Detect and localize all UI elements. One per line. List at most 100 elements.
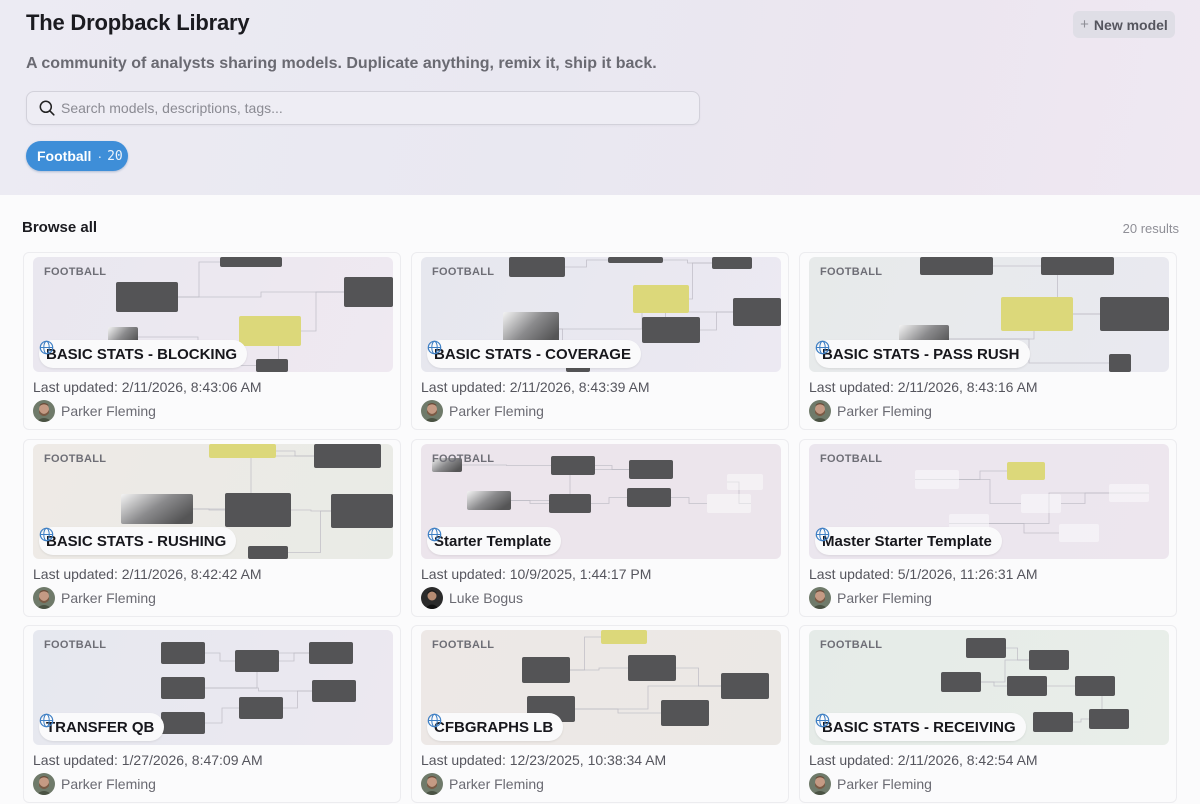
search-box[interactable] — [26, 91, 700, 125]
card-title: TRANSFER QB — [46, 718, 155, 736]
avatar — [809, 773, 831, 795]
new-model-button[interactable]: + New model — [1073, 11, 1175, 38]
author-name: Parker Fleming — [837, 403, 932, 419]
card-title-pill[interactable]: BASIC STATS - COVERAGE — [427, 340, 641, 368]
card-author[interactable]: Parker Fleming — [33, 773, 156, 795]
author-name: Parker Fleming — [61, 403, 156, 419]
page-subtitle: A community of analysts sharing models. … — [26, 55, 657, 72]
new-model-label: New model — [1093, 16, 1168, 33]
card-title-pill[interactable]: Starter Template — [427, 527, 562, 555]
card-author[interactable]: Parker Fleming — [33, 400, 156, 422]
section-heading: Browse all — [22, 219, 98, 236]
card-title-pill[interactable]: Master Starter Template — [815, 527, 1002, 555]
avatar — [421, 400, 443, 422]
model-card[interactable]: FOOTBALL BASIC STATS - BLOCKING Last upd… — [23, 252, 401, 430]
avatar — [33, 400, 55, 422]
card-author[interactable]: Parker Fleming — [809, 587, 932, 609]
avatar — [421, 773, 443, 795]
model-card[interactable]: FOOTBALL Master Starter Template Last up… — [799, 439, 1177, 617]
card-title: BASIC STATS - BLOCKING — [46, 345, 238, 363]
model-card[interactable]: FOOTBALL BASIC STATS - COVERAGE Last upd… — [411, 252, 789, 430]
globe-icon — [39, 713, 54, 728]
author-name: Luke Bogus — [449, 590, 523, 606]
chip-separator: · — [97, 148, 103, 164]
card-title: BASIC STATS - PASS RUSH — [822, 345, 1020, 363]
globe-icon — [815, 713, 830, 728]
model-thumbnail[interactable]: FOOTBALL Master Starter Template — [809, 444, 1169, 559]
globe-icon — [39, 340, 54, 355]
plus-icon: + — [1080, 16, 1089, 33]
author-name: Parker Fleming — [449, 403, 544, 419]
search-icon — [39, 100, 55, 116]
model-thumbnail[interactable]: FOOTBALL BASIC STATS - RUSHING — [33, 444, 393, 559]
avatar — [421, 587, 443, 609]
card-last-updated: Last updated: 2/11/2026, 8:43:39 AM — [421, 379, 650, 395]
globe-icon — [427, 340, 442, 355]
avatar — [33, 773, 55, 795]
avatar — [809, 400, 831, 422]
globe-icon — [815, 527, 830, 542]
card-last-updated: Last updated: 10/9/2025, 1:44:17 PM — [421, 566, 652, 582]
model-card[interactable]: FOOTBALL Starter Template Last updated: … — [411, 439, 789, 617]
card-tag: FOOTBALL — [432, 639, 495, 651]
author-name: Parker Fleming — [61, 776, 156, 792]
card-last-updated: Last updated: 2/11/2026, 8:42:54 AM — [809, 752, 1038, 768]
card-title: BASIC STATS - RECEIVING — [822, 718, 1016, 736]
card-tag: FOOTBALL — [44, 266, 107, 278]
author-name: Parker Fleming — [449, 776, 544, 792]
chip-count: 20 — [107, 148, 123, 164]
card-author[interactable]: Luke Bogus — [421, 587, 523, 609]
card-title-pill[interactable]: BASIC STATS - RECEIVING — [815, 713, 1026, 741]
filter-chip-football[interactable]: Football · 20 — [26, 141, 128, 171]
card-last-updated: Last updated: 2/11/2026, 8:42:42 AM — [33, 566, 262, 582]
search-input[interactable] — [61, 100, 661, 116]
page-title: The Dropback Library — [26, 10, 250, 35]
card-title: Master Starter Template — [822, 532, 992, 550]
card-title: CFBGRAPHS LB — [434, 718, 554, 736]
model-thumbnail[interactable]: FOOTBALL BASIC STATS - RECEIVING — [809, 630, 1169, 745]
card-title-pill[interactable]: BASIC STATS - PASS RUSH — [815, 340, 1030, 368]
card-last-updated: Last updated: 12/23/2025, 10:38:34 AM — [421, 752, 667, 768]
model-thumbnail[interactable]: FOOTBALL TRANSFER QB — [33, 630, 393, 745]
card-title-pill[interactable]: BASIC STATS - RUSHING — [39, 527, 237, 555]
card-last-updated: Last updated: 1/27/2026, 8:47:09 AM — [33, 752, 263, 768]
card-title: Starter Template — [434, 532, 552, 550]
card-title-pill[interactable]: TRANSFER QB — [39, 713, 165, 741]
card-last-updated: Last updated: 2/11/2026, 8:43:16 AM — [809, 379, 1038, 395]
card-title-pill[interactable]: BASIC STATS - BLOCKING — [39, 340, 248, 368]
card-title: BASIC STATS - RUSHING — [46, 532, 227, 550]
card-author[interactable]: Parker Fleming — [421, 400, 544, 422]
card-author[interactable]: Parker Fleming — [809, 400, 932, 422]
model-thumbnail[interactable]: FOOTBALL BASIC STATS - BLOCKING — [33, 257, 393, 372]
model-thumbnail[interactable]: FOOTBALL CFBGRAPHS LB — [421, 630, 781, 745]
card-tag: FOOTBALL — [820, 639, 883, 651]
results-count: 20 results — [1122, 221, 1179, 236]
avatar — [809, 587, 831, 609]
card-title-pill[interactable]: CFBGRAPHS LB — [427, 713, 564, 741]
model-thumbnail[interactable]: FOOTBALL Starter Template — [421, 444, 781, 559]
card-tag: FOOTBALL — [432, 266, 495, 278]
card-tag: FOOTBALL — [820, 453, 883, 465]
globe-icon — [39, 527, 54, 542]
card-author[interactable]: Parker Fleming — [809, 773, 932, 795]
card-author[interactable]: Parker Fleming — [421, 773, 544, 795]
chip-label: Football — [37, 148, 92, 164]
model-thumbnail[interactable]: FOOTBALL BASIC STATS - PASS RUSH — [809, 257, 1169, 372]
card-tag: FOOTBALL — [44, 639, 107, 651]
model-thumbnail[interactable]: FOOTBALL BASIC STATS - COVERAGE — [421, 257, 781, 372]
model-card[interactable]: FOOTBALL TRANSFER QB Last updated: 1/27/… — [23, 625, 401, 803]
card-tag: FOOTBALL — [44, 453, 107, 465]
globe-icon — [427, 713, 442, 728]
card-last-updated: Last updated: 2/11/2026, 8:43:06 AM — [33, 379, 262, 395]
globe-icon — [427, 527, 442, 542]
avatar — [33, 587, 55, 609]
card-tag: FOOTBALL — [820, 266, 883, 278]
card-author[interactable]: Parker Fleming — [33, 587, 156, 609]
card-last-updated: Last updated: 5/1/2026, 11:26:31 AM — [809, 566, 1038, 582]
model-card[interactable]: FOOTBALL BASIC STATS - RECEIVING Last up… — [799, 625, 1177, 803]
author-name: Parker Fleming — [837, 590, 932, 606]
model-card[interactable]: FOOTBALL CFBGRAPHS LB Last updated: 12/2… — [411, 625, 789, 803]
model-card[interactable]: FOOTBALL BASIC STATS - PASS RUSH Last up… — [799, 252, 1177, 430]
card-tag: FOOTBALL — [432, 453, 495, 465]
model-card[interactable]: FOOTBALL BASIC STATS - RUSHING Last upda… — [23, 439, 401, 617]
